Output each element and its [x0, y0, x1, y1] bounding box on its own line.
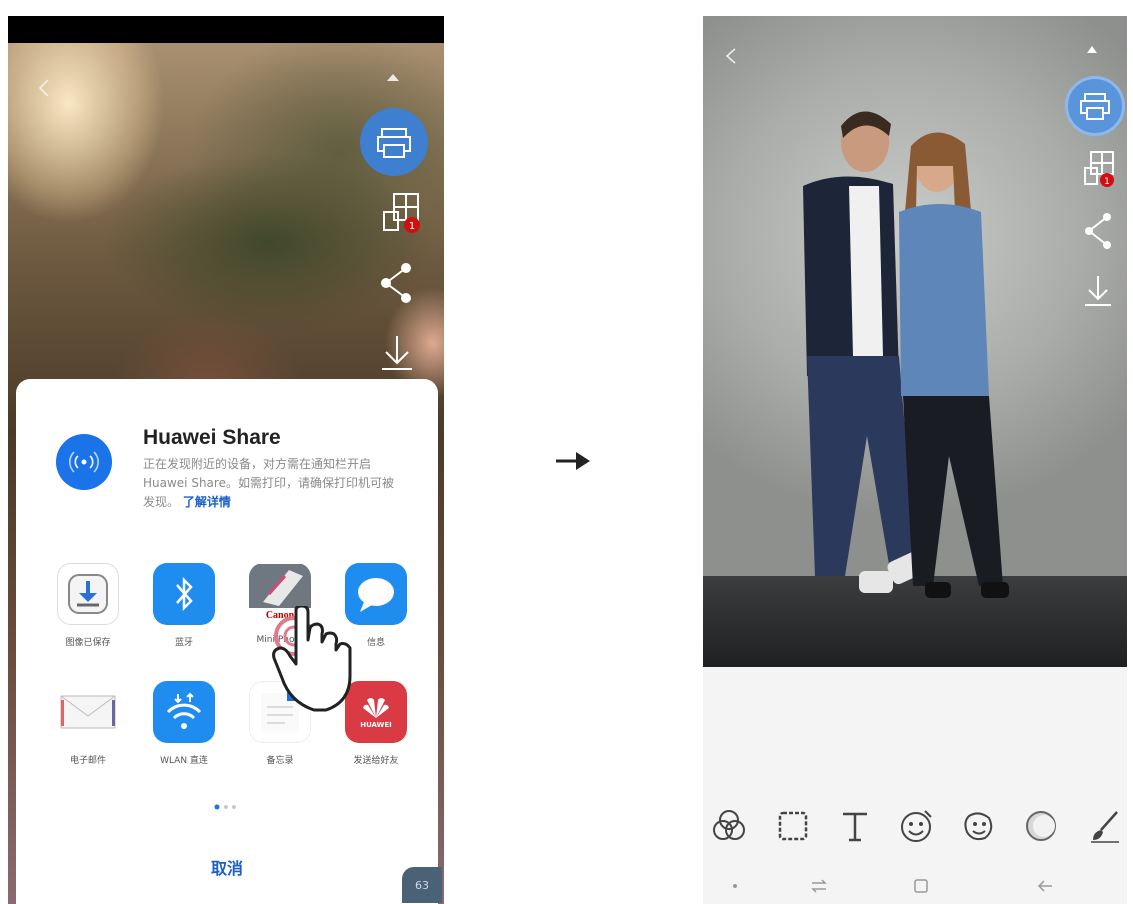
app-label: 发送给好友 — [353, 756, 399, 766]
print-button[interactable] — [360, 108, 428, 176]
system-nav-bar — [703, 868, 1127, 904]
email-icon — [57, 681, 119, 743]
cancel-button[interactable]: 取消 — [16, 855, 438, 879]
back-icon[interactable] — [721, 46, 741, 66]
brush-icon[interactable] — [1085, 806, 1125, 846]
left-phone-screen: 1 Huawei Share 正在发现附近的设备，对方需在通知栏开启 Huawe… — [8, 16, 444, 904]
printer-icon — [377, 128, 411, 158]
people-illustration — [803, 111, 1009, 598]
flow-arrow-icon — [556, 452, 590, 470]
share-icon[interactable] — [378, 262, 416, 304]
frame-icon[interactable] — [773, 806, 813, 846]
learn-more-link[interactable]: 了解详情 — [183, 495, 231, 509]
description-text: 正在发现附近的设备，对方需在通知栏开启 Huawei Share。如需打印，请确… — [143, 457, 394, 509]
caret-up-icon[interactable] — [385, 71, 401, 83]
app-email[interactable]: 电子邮件 — [48, 681, 128, 766]
couple-photo: 1 — [703, 16, 1127, 667]
huawei-share-title: Huawei Share — [143, 426, 281, 449]
text-icon[interactable] — [835, 806, 875, 846]
app-label: 图像已保存 — [65, 638, 111, 648]
screenshot-stage: 1 Huawei Share 正在发现附近的设备，对方需在通知栏开启 Huawe… — [0, 0, 1133, 904]
print-queue-icon[interactable]: 1 — [1083, 150, 1117, 190]
download-icon[interactable] — [1083, 274, 1113, 308]
download-icon[interactable] — [380, 334, 414, 372]
sticker-icon[interactable] — [897, 806, 937, 846]
queue-count-badge: 1 — [409, 221, 415, 232]
caret-up-icon[interactable] — [1085, 44, 1099, 54]
right-phone-screen: 1 — [703, 16, 1127, 904]
filters-icon[interactable] — [709, 806, 749, 846]
wireless-signal-icon — [69, 451, 99, 473]
app-wlan-direct[interactable]: WLAN 直连 — [144, 681, 224, 766]
save-download-icon — [57, 563, 119, 625]
status-bar — [8, 16, 444, 43]
queue-count-badge: 1 — [1104, 177, 1110, 187]
print-button[interactable] — [1065, 76, 1125, 136]
corner-badge: 63 — [402, 867, 442, 903]
huawei-share-icon[interactable] — [56, 434, 112, 490]
app-label: 备忘录 — [266, 756, 294, 766]
huawei-share-description: 正在发现附近的设备，对方需在通知栏开启 Huawei Share。如需打印，请确… — [143, 455, 405, 512]
app-bluetooth[interactable]: 蓝牙 — [144, 563, 224, 648]
printer-icon — [1080, 93, 1110, 120]
adjust-icon[interactable] — [1021, 806, 1061, 846]
tap-hand-icon — [272, 606, 352, 712]
app-label: 蓝牙 — [174, 638, 193, 648]
page-indicator — [214, 804, 236, 810]
recent-apps-icon[interactable] — [807, 874, 831, 898]
app-label: 电子邮件 — [69, 756, 106, 766]
app-save-image[interactable]: 图像已保存 — [48, 563, 128, 648]
print-queue-icon[interactable]: 1 — [382, 192, 422, 238]
edit-toolbar — [703, 806, 1127, 848]
face-sticker-icon[interactable] — [959, 806, 999, 846]
app-label: WLAN 直连 — [160, 756, 208, 766]
huawei-brand-text: HUAWEI — [360, 721, 392, 729]
bluetooth-icon — [153, 563, 215, 625]
wlan-direct-icon — [153, 681, 215, 743]
share-icon[interactable] — [1083, 212, 1115, 250]
back-icon[interactable] — [32, 76, 56, 100]
home-icon[interactable] — [909, 874, 933, 898]
back-nav-icon[interactable] — [1033, 874, 1057, 898]
nav-dot-icon[interactable] — [723, 874, 747, 898]
